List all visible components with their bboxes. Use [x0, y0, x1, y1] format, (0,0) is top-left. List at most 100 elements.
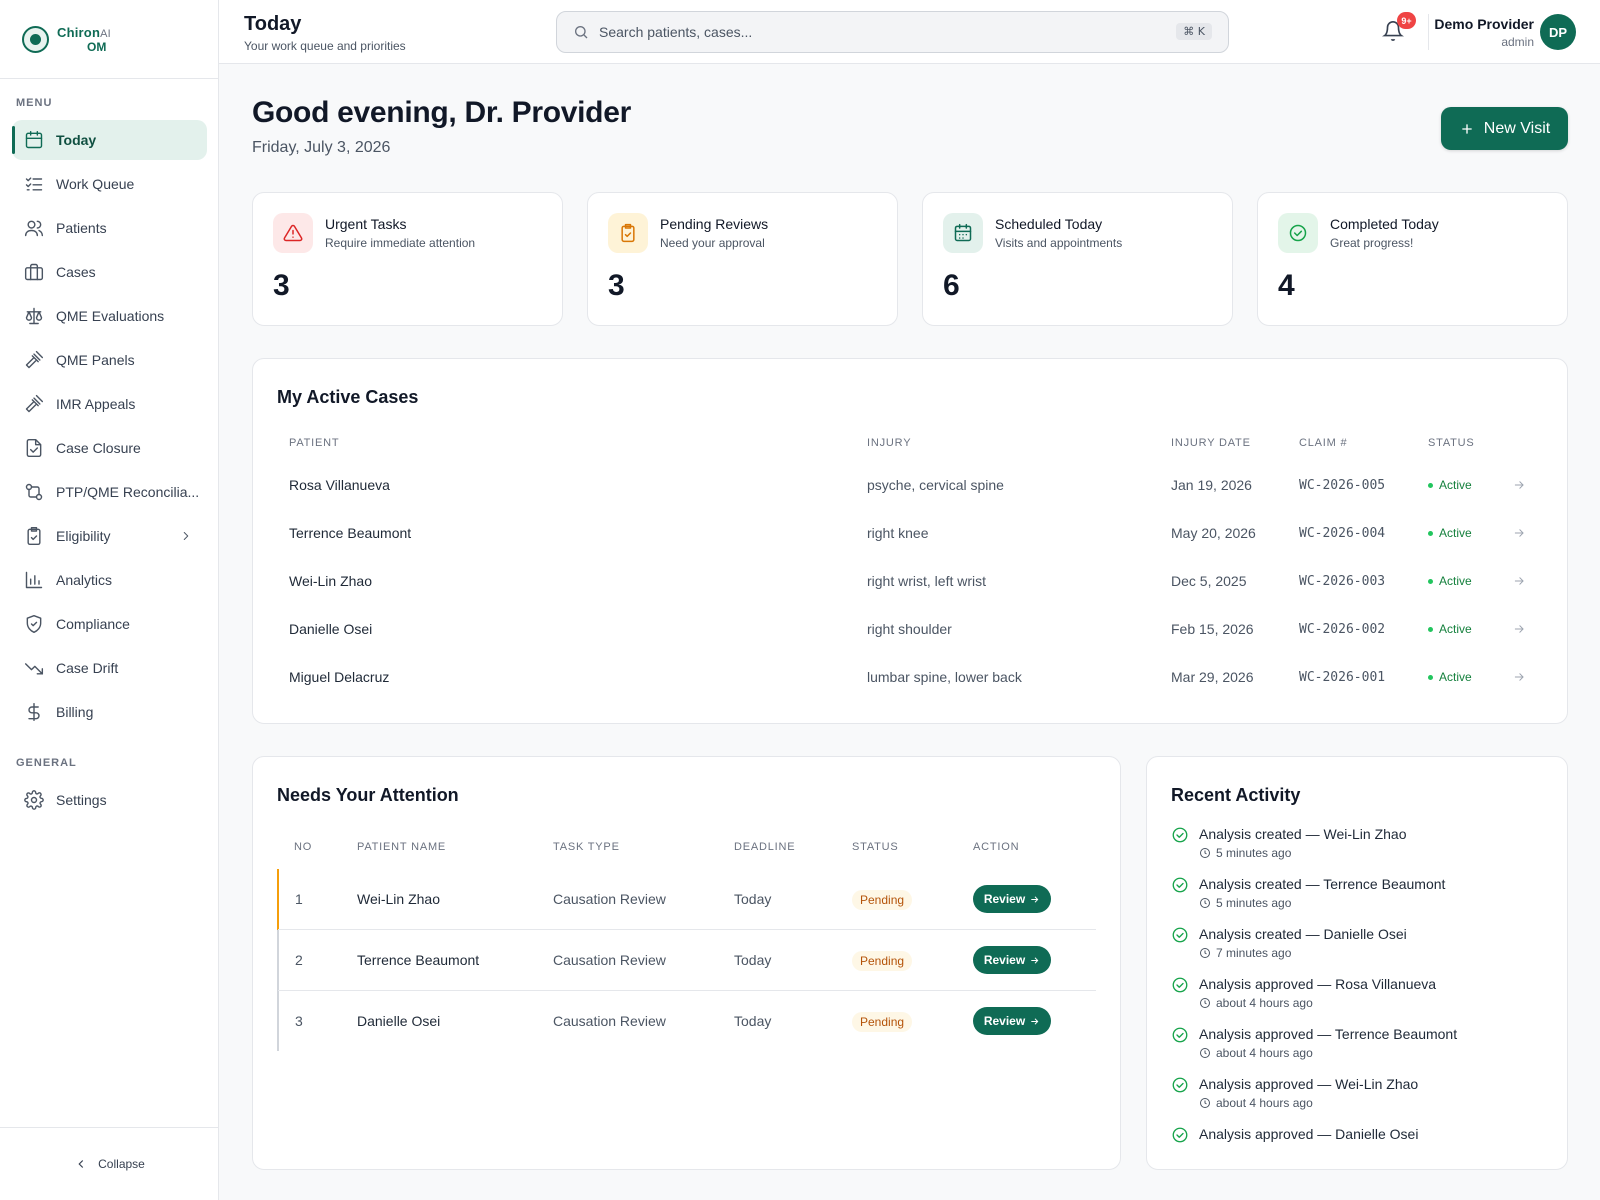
patient-name[interactable]: Danielle Osei [289, 621, 372, 637]
brand-subname: OM [87, 39, 107, 54]
chevron-right-icon[interactable] [179, 529, 193, 543]
activity-time-text: 5 minutes ago [1216, 846, 1292, 860]
activity-time-text: about 4 hours ago [1216, 1096, 1313, 1110]
review-button[interactable]: Review [973, 946, 1051, 974]
logo-icon [22, 25, 49, 53]
sidebar-item-qme-evaluations[interactable]: QME Evaluations [12, 296, 207, 336]
sidebar-item-qme-panels[interactable]: QME Panels [12, 340, 207, 380]
injury: right shoulder [867, 621, 952, 637]
sidebar: ChironAI OM MENU Today Work Queue Patien… [0, 0, 219, 1200]
sidebar-item-label: Cases [56, 264, 96, 280]
sidebar-item-patients[interactable]: Patients [12, 208, 207, 248]
row-number: 1 [295, 891, 303, 907]
alert-triangle-icon [273, 213, 313, 253]
check-circle-icon [1171, 976, 1189, 994]
check-circle-icon [1171, 826, 1189, 844]
user-name[interactable]: Demo Provider [1434, 16, 1534, 32]
panel-title: My Active Cases [277, 387, 419, 407]
sidebar-item-label: Billing [56, 704, 94, 720]
search-box[interactable]: ⌘ K [556, 11, 1229, 53]
check-circle-icon [1171, 1026, 1189, 1044]
column-header[interactable]: CLAIM # [1299, 437, 1347, 449]
stat-card-pending-reviews[interactable]: Pending Reviews Need your approval 3 [587, 192, 898, 326]
status-badge: Pending [852, 951, 913, 971]
git-compare-icon [25, 483, 43, 501]
arrow-right-icon[interactable] [1512, 478, 1526, 492]
arrow-right-icon[interactable] [1512, 526, 1526, 540]
patient-name[interactable]: Wei-Lin Zhao [289, 573, 372, 589]
collapse-sidebar-button[interactable]: Collapse [0, 1127, 219, 1200]
sidebar-item-ptp-qme-reconciliation[interactable]: PTP/QME Reconcilia... [12, 472, 207, 512]
row-divider [278, 990, 1096, 991]
check-circle-icon [1171, 876, 1189, 894]
search-input[interactable] [599, 24, 1228, 40]
column-header[interactable]: PATIENT [289, 437, 339, 449]
plus-icon [1462, 123, 1472, 134]
sidebar-item-case-drift[interactable]: Case Drift [12, 648, 207, 688]
arrow-right-icon[interactable] [1512, 670, 1526, 684]
patient-name[interactable]: Terrence Beaumont [289, 525, 411, 541]
claim-number: WC-2026-001 [1299, 670, 1386, 685]
sidebar-item-imr-appeals[interactable]: IMR Appeals [12, 384, 207, 424]
activity-text: Analysis approved — Terrence Beaumont [1199, 1026, 1458, 1042]
sidebar-item-work-queue[interactable]: Work Queue [12, 164, 207, 204]
clock-icon [1200, 898, 1210, 908]
activity-time-text: 7 minutes ago [1216, 946, 1292, 960]
clipboard-check-icon [27, 526, 41, 546]
sidebar-item-compliance[interactable]: Compliance [12, 604, 207, 644]
stat-card-urgent[interactable]: Urgent Tasks Require immediate attention… [252, 192, 563, 326]
stat-title: Urgent Tasks [325, 216, 407, 232]
new-visit-button[interactable]: New Visit [1441, 107, 1568, 150]
bar-chart-icon [25, 571, 43, 589]
arrow-right-icon[interactable] [1512, 574, 1526, 588]
check-circle-icon [1171, 1126, 1189, 1144]
sidebar-item-cases[interactable]: Cases [12, 252, 207, 292]
claim-number: WC-2026-003 [1299, 574, 1386, 589]
stat-title: Completed Today [1330, 216, 1439, 232]
column-header[interactable]: INJURY DATE [1171, 437, 1251, 449]
stat-subtitle: Need your approval [660, 236, 765, 250]
review-button[interactable]: Review [973, 1007, 1051, 1035]
activity-text: Analysis created — Terrence Beaumont [1199, 876, 1446, 892]
priority-indicator [277, 869, 279, 930]
avatar[interactable]: DP [1540, 14, 1576, 50]
sidebar-item-billing[interactable]: Billing [12, 692, 207, 732]
sidebar-item-eligibility[interactable]: Eligibility [12, 516, 207, 556]
review-button[interactable]: Review [973, 885, 1051, 913]
dollar-icon [28, 702, 40, 722]
stat-subtitle: Visits and appointments [995, 236, 1123, 250]
task-type: Causation Review [553, 1013, 666, 1029]
sidebar-item-analytics[interactable]: Analytics [12, 560, 207, 600]
search-shortcut: ⌘ K [1176, 23, 1212, 40]
injury-date: Dec 5, 2025 [1171, 573, 1247, 589]
arrow-right-icon[interactable] [1512, 622, 1526, 636]
calendar-icon [25, 130, 43, 149]
stat-title: Scheduled Today [995, 216, 1103, 232]
sidebar-item-label: Case Closure [56, 440, 141, 456]
sidebar-item-settings[interactable]: Settings [12, 780, 207, 820]
column-header[interactable]: INJURY [867, 437, 911, 449]
clock-icon [1200, 948, 1210, 958]
sidebar-item-today[interactable]: Today [12, 120, 207, 160]
patient-name[interactable]: Rosa Villanueva [289, 477, 390, 493]
activity-time-text: about 4 hours ago [1216, 1046, 1313, 1060]
injury: right wrist, left wrist [867, 573, 987, 589]
stat-card-completed[interactable]: Completed Today Great progress! 4 [1257, 192, 1568, 326]
status-badge: Active [1428, 574, 1472, 588]
sidebar-item-case-closure[interactable]: Case Closure [12, 428, 207, 468]
injury-date: Feb 15, 2026 [1171, 621, 1254, 637]
stat-title: Pending Reviews [660, 216, 769, 232]
patient-name[interactable]: Miguel Delacruz [289, 669, 389, 685]
review-label: Review [983, 892, 1026, 906]
status-badge: Active [1428, 478, 1472, 492]
brand-logo[interactable]: ChironAI OM [0, 0, 218, 79]
sidebar-item-label: PTP/QME Reconcilia... [56, 484, 200, 500]
task-type: Causation Review [553, 952, 666, 968]
sidebar-item-label: Case Drift [56, 660, 119, 676]
column-header[interactable]: STATUS [1428, 437, 1475, 449]
stat-card-scheduled[interactable]: Scheduled Today Visits and appointments … [922, 192, 1233, 326]
panel-title: Needs Your Attention [277, 785, 459, 805]
panel-title: Recent Activity [1171, 785, 1301, 805]
activity-text: Analysis created — Danielle Osei [1199, 926, 1407, 942]
clipboard-check-icon [608, 213, 648, 253]
